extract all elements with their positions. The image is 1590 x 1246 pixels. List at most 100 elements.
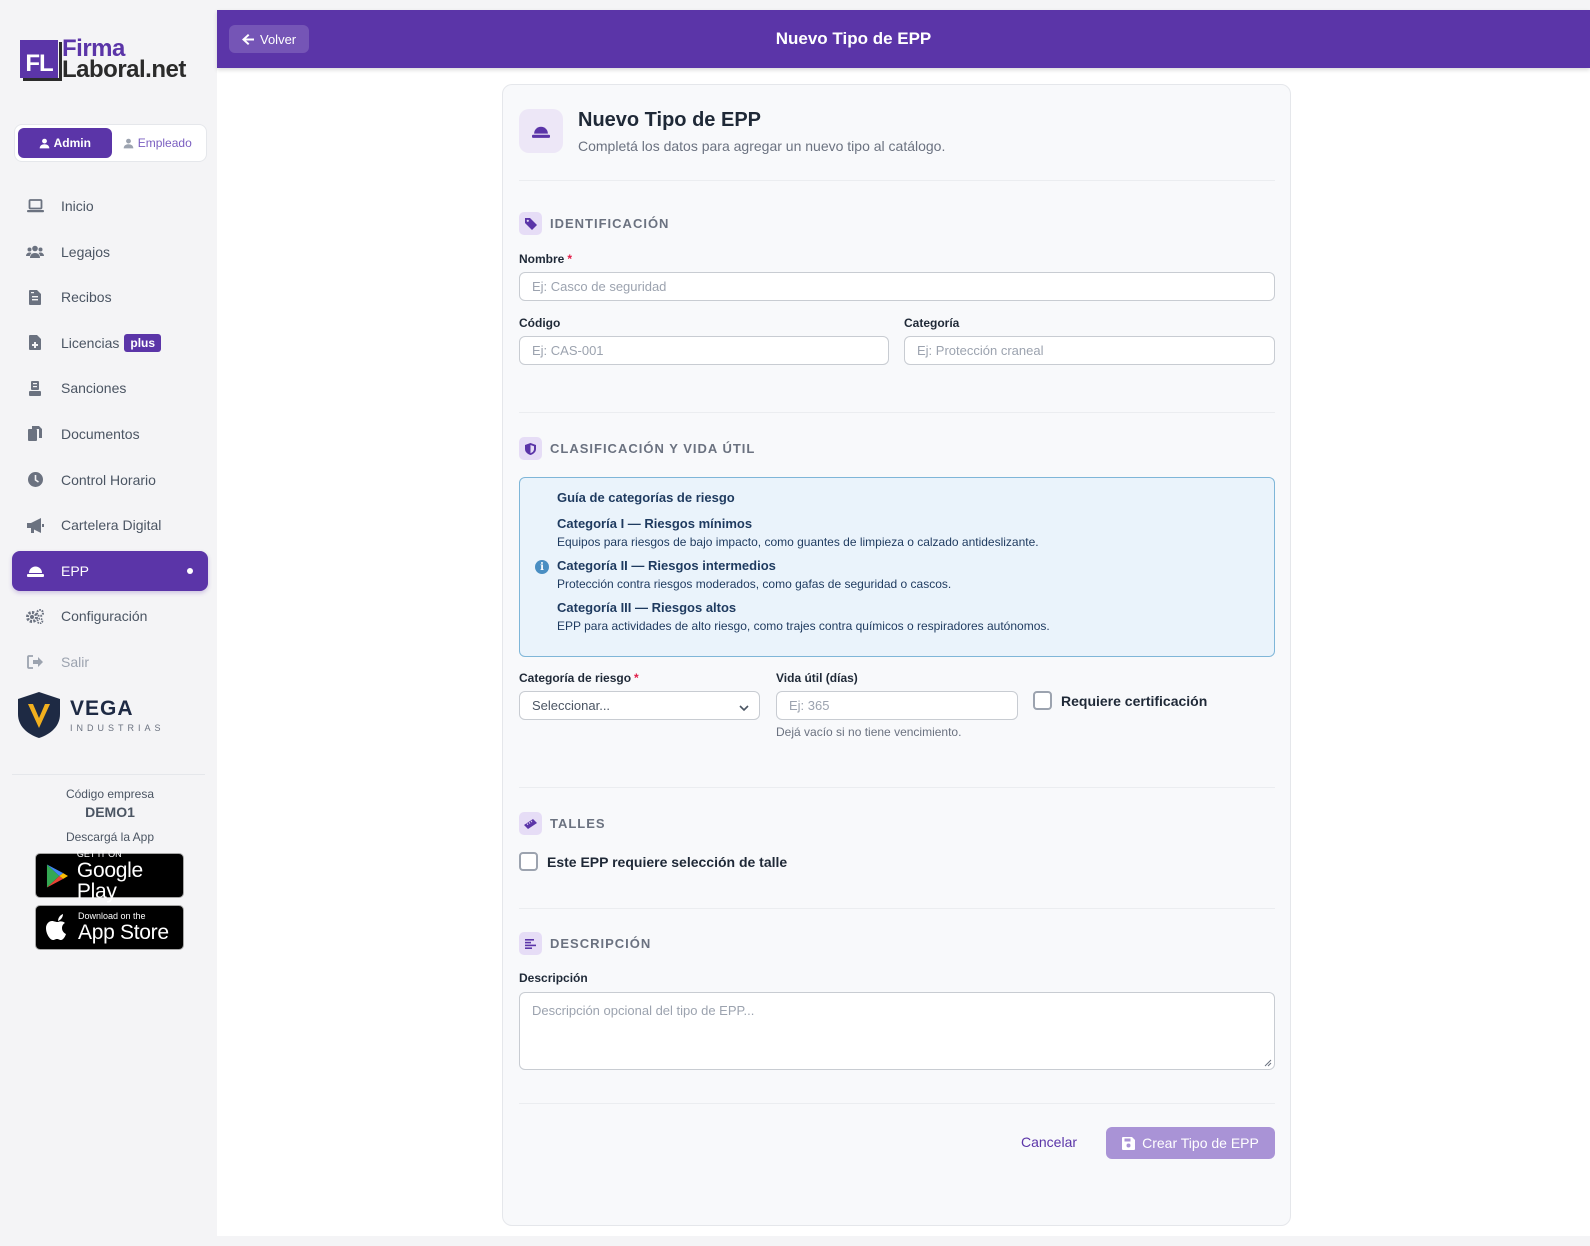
requiere-talle-checkbox[interactable]: [519, 852, 538, 871]
info-icon: i: [535, 560, 549, 574]
role-employee-button[interactable]: Empleado: [112, 128, 204, 158]
required-asterisk: *: [567, 252, 573, 266]
sidebar-item-label: EPP: [61, 562, 90, 579]
vida-util-input[interactable]: Ej: 365: [776, 691, 1018, 720]
active-indicator-dot: [187, 567, 193, 574]
cancel-button[interactable]: Cancelar: [1021, 1134, 1077, 1150]
company-code: DEMO1: [85, 804, 135, 820]
megaphone-icon: [26, 516, 44, 534]
resize-handle-icon[interactable]: [1264, 1059, 1272, 1067]
descripcion-textarea[interactable]: Descripción opcional del tipo de EPP...: [519, 992, 1275, 1070]
create-epp-type-button[interactable]: Crear Tipo de EPP: [1106, 1127, 1275, 1159]
guide-item-desc: Protección contra riesgos moderados, com…: [557, 577, 952, 591]
sidebar-item-legajos[interactable]: Legajos: [12, 232, 208, 272]
chevron-down-icon: [739, 700, 749, 715]
create-button-label: Crear Tipo de EPP: [1142, 1135, 1259, 1151]
user-icon: [39, 138, 49, 148]
sidebar-item-label: Cartelera Digital: [61, 517, 162, 534]
sidebar-item-sanciones[interactable]: Sanciones: [12, 368, 208, 408]
divider: [519, 787, 1275, 788]
hard-hat-icon: [519, 109, 563, 153]
sidebar-item-label: Documentos: [61, 425, 140, 442]
categoria-riesgo-select[interactable]: Seleccionar...: [519, 691, 760, 720]
google-play-line2: Google Play: [76, 858, 143, 903]
guide-item-title: Categoría II — Riesgos intermedios: [557, 558, 776, 573]
nombre-input[interactable]: Ej: Casco de seguridad: [519, 272, 1275, 301]
plus-badge: plus: [124, 333, 162, 352]
app-logo[interactable]: FL Firma Laboral.net: [20, 37, 186, 82]
requiere-talle-label: Este EPP requiere selección de talle: [547, 854, 788, 870]
vega-shield-icon: [18, 692, 60, 738]
section-title: DESCRIPCIÓN: [550, 936, 652, 951]
google-play-button[interactable]: GET IT ON Google Play: [35, 849, 184, 902]
section-descripcion-header: DESCRIPCIÓN: [519, 932, 651, 955]
codigo-input[interactable]: Ej: CAS-001: [519, 336, 889, 365]
requiere-certificacion-label: Requiere certificación: [1061, 693, 1208, 709]
sidebar-item-configuracion[interactable]: Configuración: [12, 596, 208, 636]
sign-out-icon: [26, 653, 44, 671]
codigo-label: Código: [519, 316, 561, 330]
descripcion-placeholder: Descripción opcional del tipo de EPP...: [532, 1003, 755, 1018]
clock-icon: [26, 471, 44, 489]
tag-icon: [519, 212, 542, 235]
invoice-icon: [26, 288, 44, 306]
section-identificacion-header: IDENTIFICACIÓN: [519, 212, 669, 235]
sidebar-nav: Inicio Legajos Recibos Licencias plus Sa…: [12, 186, 208, 688]
guide-item-desc: Equipos para riesgos de bajo impacto, co…: [557, 535, 1039, 549]
form-card: Nuevo Tipo de EPP Completá los datos par…: [502, 84, 1291, 1226]
section-clasificacion-header: CLASIFICACIÓN Y VIDA ÚTIL: [519, 437, 755, 460]
required-asterisk: *: [634, 671, 639, 685]
sidebar-item-control-horario[interactable]: Control Horario: [12, 460, 208, 500]
guide-title: Guía de categorías de riesgo: [557, 490, 735, 505]
nombre-label: Nombre *: [519, 252, 572, 266]
vida-util-label: Vida útil (días): [776, 671, 858, 685]
sidebar-item-recibos[interactable]: Recibos: [12, 277, 208, 317]
role-admin-button[interactable]: Admin: [18, 128, 112, 158]
guide-item: Categoría III — Riesgos altos EPP para a…: [557, 600, 1050, 633]
nombre-label-text: Nombre: [519, 252, 565, 266]
sidebar-item-epp[interactable]: EPP: [12, 550, 208, 591]
company-logo-name: VEGA: [70, 697, 134, 720]
sidebar-item-licencias[interactable]: Licencias plus: [12, 323, 208, 363]
categoria-input[interactable]: Ej: Protección craneal: [904, 336, 1275, 365]
guide-item: Categoría I — Riesgos mínimos Equipos pa…: [557, 516, 1050, 549]
laptop-icon: [26, 197, 44, 215]
sidebar-item-label: Inicio: [61, 198, 94, 214]
app-store-button[interactable]: Download on the App Store: [35, 905, 184, 950]
requiere-certificacion-checkbox[interactable]: [1033, 691, 1052, 710]
sidebar-item-inicio[interactable]: Inicio: [12, 186, 208, 226]
divider: [519, 180, 1275, 181]
form-title: Nuevo Tipo de EPP: [578, 109, 761, 131]
sidebar-item-label: Licencias: [61, 334, 120, 351]
users-icon: [26, 243, 44, 261]
divider: [519, 1103, 1275, 1104]
sidebar: FL Firma Laboral.net Admin Empleado Inic…: [0, 0, 217, 1246]
section-talles-header: TALLES: [519, 812, 606, 835]
vida-util-help: Dejá vacío si no tiene vencimiento.: [776, 725, 962, 739]
company-code-label: Código empresa: [65, 787, 155, 801]
company-info: Código empresa DEMO1 Descargá la App: [12, 787, 208, 844]
sidebar-item-cartelera-digital[interactable]: Cartelera Digital: [12, 505, 208, 545]
hard-hat-icon: [26, 562, 44, 580]
google-play-icon: [46, 864, 68, 887]
guide-item-title: Categoría III — Riesgos altos: [557, 600, 737, 615]
main-content: Volver Nuevo Tipo de EPP Nuevo Tipo de E…: [217, 10, 1590, 1236]
sidebar-divider: [12, 774, 205, 775]
divider: [519, 908, 1275, 909]
shield-icon: [519, 437, 542, 460]
top-bar: Volver Nuevo Tipo de EPP: [217, 10, 1590, 68]
file-medical-icon: [26, 334, 44, 352]
app-store-line1: Download on the: [78, 911, 146, 921]
sidebar-item-documentos[interactable]: Documentos: [12, 414, 208, 454]
sidebar-item-label: Control Horario: [61, 471, 156, 488]
sidebar-item-label: Recibos: [61, 289, 112, 306]
download-app-label: Descargá la App: [65, 830, 155, 844]
sidebar-item-salir[interactable]: Salir: [12, 642, 208, 682]
copy-icon: [26, 425, 44, 443]
role-employee-label: Empleado: [137, 136, 192, 150]
section-title: IDENTIFICACIÓN: [550, 216, 670, 231]
guide-item: Categoría II — Riesgos intermedios Prote…: [557, 558, 1050, 591]
role-toggle: Admin Empleado: [14, 124, 207, 162]
sidebar-item-label: Legajos: [61, 243, 111, 260]
page-title: Nuevo Tipo de EPP: [775, 29, 932, 48]
